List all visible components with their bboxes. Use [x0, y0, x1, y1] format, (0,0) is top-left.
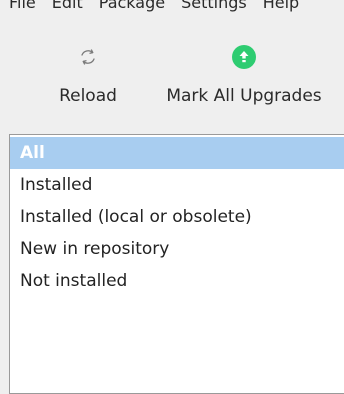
filter-item-installed[interactable]: Installed: [10, 169, 344, 201]
menu-bar: File Edit Package Settings Help: [0, 0, 344, 13]
toolbar: Reload Mark All Upgrades: [0, 44, 344, 124]
filter-item-not-installed[interactable]: Not installed: [10, 265, 344, 297]
mark-all-upgrades-button[interactable]: Mark All Upgrades: [152, 44, 336, 106]
menu-settings[interactable]: Settings: [172, 0, 254, 12]
reload-icon: [75, 44, 101, 70]
reload-label: Reload: [59, 86, 117, 106]
mark-all-upgrades-label: Mark All Upgrades: [166, 86, 322, 106]
filter-item-new-in-repository[interactable]: New in repository: [10, 233, 344, 265]
menu-edit[interactable]: Edit: [43, 0, 90, 12]
filter-list-panel: All Installed Installed (local or obsole…: [9, 134, 344, 394]
upgrade-arrow-icon: [231, 44, 257, 70]
menu-file[interactable]: File: [0, 0, 43, 12]
menu-package[interactable]: Package: [90, 0, 172, 12]
reload-button[interactable]: Reload: [52, 44, 124, 106]
filter-item-installed-local-or-obsolete[interactable]: Installed (local or obsolete): [10, 201, 344, 233]
filter-item-all[interactable]: All: [10, 137, 344, 169]
menu-help[interactable]: Help: [254, 0, 306, 12]
filter-list: All Installed Installed (local or obsole…: [10, 135, 344, 297]
